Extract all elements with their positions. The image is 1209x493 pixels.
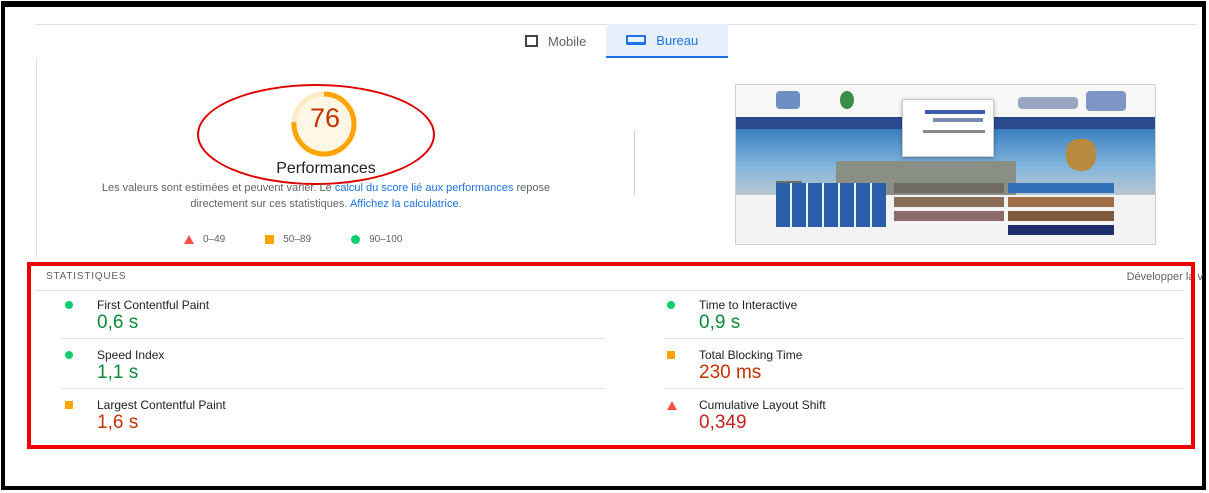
score-description: Les valeurs sont estimées et peuvent var… [80, 180, 572, 212]
legend-item-average: 50–89 [265, 234, 311, 245]
tab-mobile[interactable]: Mobile [505, 24, 606, 58]
triangle-icon [184, 235, 194, 244]
thumbnail-button [1008, 211, 1114, 221]
legend-label: 50–89 [283, 234, 312, 245]
thumbnail-button [894, 183, 1004, 193]
thumbnail-button [894, 197, 1004, 207]
panel-border [36, 58, 37, 258]
legend-item-poor: 0–49 [184, 234, 225, 245]
thumbnail-crest [1066, 139, 1096, 171]
thumbnail-button [894, 211, 1004, 221]
thumbnail-emblem [840, 91, 854, 109]
thumbnail-title [1018, 97, 1078, 109]
mobile-icon [525, 35, 538, 47]
square-icon [265, 235, 275, 244]
score-legend: 0–49 50–89 90–100 [184, 234, 442, 245]
thumbnail-button [1008, 225, 1114, 235]
thumbnail-button [1008, 183, 1114, 193]
legend-label: 0–49 [203, 234, 226, 245]
score-calculation-link[interactable]: calcul du score lié aux performances [335, 182, 514, 194]
device-tabs: Mobile Bureau [505, 24, 729, 58]
description-text-1: Les valeurs sont estimées et peuvent var… [101, 182, 335, 194]
tab-desktop-label: Bureau [656, 32, 699, 48]
highlight-ellipse [197, 84, 435, 185]
legend-label: 90–100 [369, 234, 403, 245]
circle-icon [351, 235, 361, 244]
page-screenshot-thumbnail [735, 84, 1156, 245]
description-text-3: . [458, 198, 462, 210]
tab-desktop[interactable]: Bureau [606, 24, 729, 58]
calculator-link[interactable]: Affichez la calculatrice [350, 198, 459, 210]
thumbnail-button [1008, 197, 1114, 207]
thumbnail-logo-right [1086, 91, 1126, 111]
thumbnail-calendar [776, 183, 886, 227]
highlight-box [27, 262, 1195, 449]
thumbnail-logo [776, 91, 800, 109]
tab-mobile-label: Mobile [548, 33, 587, 49]
desktop-icon [626, 35, 647, 45]
legend-item-good: 90–100 [351, 234, 402, 245]
panel-separator [634, 130, 635, 195]
thumbnail-popup [902, 99, 994, 157]
